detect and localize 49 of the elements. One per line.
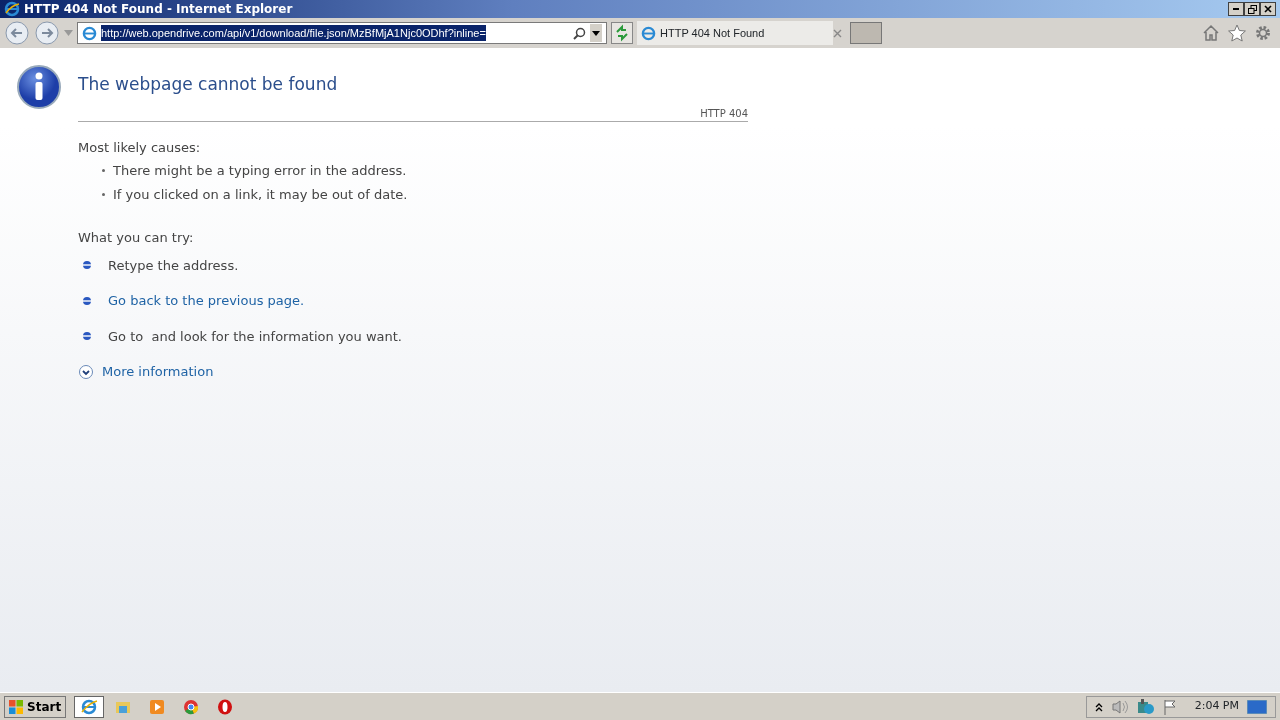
browser-icon — [4, 1, 20, 17]
bullet-icon — [82, 295, 92, 306]
close-icon — [1264, 5, 1272, 13]
suggestion-text: Retype the address. — [108, 256, 239, 275]
list-item: There might be a typing error in the address. — [113, 162, 407, 180]
back-button[interactable] — [4, 20, 30, 46]
desktop-icon[interactable] — [1247, 699, 1267, 714]
browser-tab[interactable]: HTTP 404 Not Found — [637, 21, 833, 45]
minimize-button[interactable] — [1228, 2, 1244, 16]
section-heading: What you can try: — [78, 229, 195, 247]
forward-button[interactable] — [34, 20, 60, 46]
chevron-up-icon[interactable] — [1094, 701, 1103, 712]
bullet-icon — [82, 260, 92, 271]
dropdown-arrow-icon[interactable] — [64, 30, 73, 36]
minimize-icon — [1233, 8, 1239, 10]
chrome-icon — [182, 697, 201, 716]
list-item: If you clicked on a link, it may be out of date. — [113, 185, 408, 204]
media-player-icon — [148, 697, 167, 716]
browser-icon — [80, 697, 99, 716]
section-heading: Most likely causes: — [78, 138, 202, 157]
browser-icon — [641, 25, 656, 41]
speaker-icon[interactable] — [1110, 698, 1129, 715]
info-icon — [16, 64, 62, 110]
bullet-icon — [82, 331, 92, 342]
address-bar[interactable]: http://web.opendrive.com/api/v1/download/file.json/MzBfMjA1Njc0ODhf?inline= — [77, 22, 607, 44]
settings-icon[interactable] — [1254, 24, 1272, 42]
network-icon[interactable] — [1136, 698, 1155, 715]
bullet-icon — [102, 169, 105, 173]
opera-icon — [216, 697, 235, 716]
close-tab-icon[interactable] — [833, 28, 842, 38]
more-information-link[interactable]: More information — [102, 362, 214, 382]
close-button[interactable] — [1260, 2, 1276, 16]
new-tab-button[interactable] — [850, 22, 882, 44]
window-title: HTTP 404 Not Found - Internet Explorer — [24, 1, 293, 18]
refresh-button[interactable] — [611, 22, 633, 44]
page-heading: The webpage cannot be found — [78, 73, 338, 96]
suggestion-text: Go to and look for the information you want. — [108, 327, 402, 346]
expand-icon[interactable] — [78, 363, 94, 380]
error-code: HTTP 404 — [700, 106, 748, 121]
windows-logo — [9, 699, 23, 714]
taskbar-button[interactable] — [74, 695, 105, 718]
previous-page-link[interactable]: Go back to the previous page. — [108, 291, 305, 311]
start-button[interactable]: Start — [4, 695, 67, 718]
restore-icon — [1247, 4, 1257, 14]
bullet-icon — [102, 192, 105, 196]
star-icon[interactable] — [1228, 24, 1246, 42]
home-icon[interactable] — [1202, 24, 1220, 42]
restore-button[interactable] — [1244, 2, 1260, 16]
clock: 2:04 PM — [1194, 698, 1239, 715]
